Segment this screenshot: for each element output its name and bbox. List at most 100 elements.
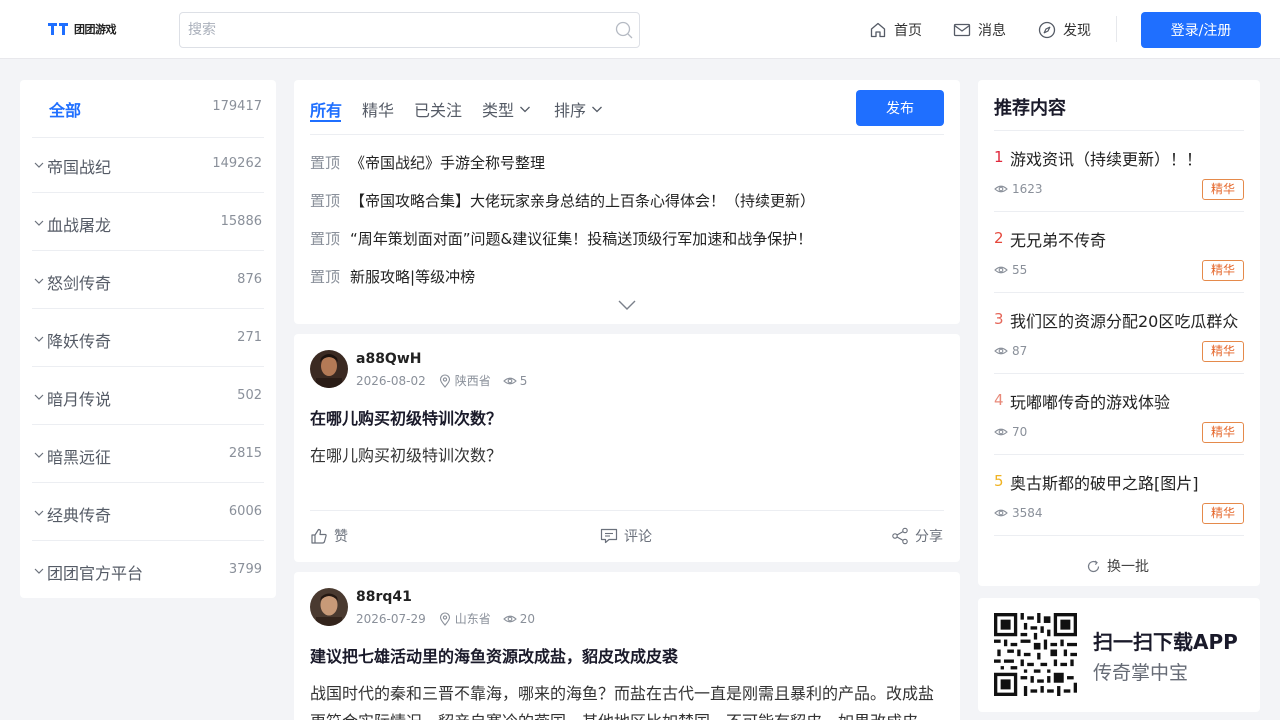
search-input[interactable] <box>188 13 608 47</box>
header-divider <box>1116 16 1117 42</box>
refresh-label: 换一批 <box>1107 559 1149 575</box>
search-icon[interactable] <box>614 20 634 40</box>
category-name: 血战屠龙 <box>47 216 112 235</box>
recommended-item[interactable]: 1 游戏资讯（持续更新）！！ 1623 精华 <box>994 130 1244 211</box>
post-date: 2026-08-02 <box>356 373 426 388</box>
like-label: 赞 <box>334 529 348 545</box>
eye-icon <box>994 347 1008 355</box>
tab-featured[interactable]: 精华 <box>362 97 394 121</box>
pinned-post[interactable]: 置顶 新服攻略|等级冲榜 <box>310 266 475 287</box>
post-date: 2026-07-29 <box>356 611 426 626</box>
qr-code-icon <box>994 613 1077 696</box>
pinned-post[interactable]: 置顶 “周年策划面对面”问题&建议征集！投稿送顶级行军加速和战争保护！ <box>310 228 812 249</box>
category-item[interactable]: 降妖传奇 271 <box>32 309 264 367</box>
pinned-title: “周年策划面对面”问题&建议征集！投稿送顶级行军加速和战争保护！ <box>350 230 813 248</box>
chevron-down-icon <box>34 278 44 284</box>
category-item[interactable]: 怒剑传奇 876 <box>32 251 264 309</box>
chevron-down-icon <box>34 568 44 574</box>
comment-icon <box>600 528 618 544</box>
post-meta: 2026-07-29 山东省 20 <box>356 610 535 627</box>
thumbs-up-icon <box>311 528 327 544</box>
view-count-text: 70 <box>1012 425 1028 439</box>
category-name: 怒剑传奇 <box>47 274 112 293</box>
comment-button[interactable]: 评论 <box>600 526 652 546</box>
post-body[interactable]: 战国时代的秦和三晋不靠海，哪来的海鱼？而盐在古代一直是刚需且暴利的产品。改成盐更… <box>310 680 946 720</box>
nav-discover[interactable]: 发现 <box>1038 20 1091 40</box>
tab-all[interactable]: 所有 <box>310 97 342 121</box>
refresh-button[interactable]: 换一批 <box>1086 556 1149 576</box>
featured-badge: 精华 <box>1202 503 1244 524</box>
site-logo[interactable]: 团团游戏 <box>48 21 117 37</box>
recommended-item[interactable]: 4 玩嘟嘟传奇的游戏体验 70 精华 <box>994 373 1244 454</box>
expand-chevron-icon[interactable] <box>617 297 637 313</box>
category-item[interactable]: 血战屠龙 15886 <box>32 193 264 251</box>
location-pin-icon <box>439 611 450 626</box>
post-location: 陕西省 <box>438 372 491 389</box>
share-button[interactable]: 分享 <box>891 526 943 546</box>
category-item[interactable]: 暗黑远征 2815 <box>32 425 264 483</box>
eye-icon <box>994 509 1008 517</box>
post-location-text: 陕西省 <box>454 374 491 388</box>
featured-badge: 精华 <box>1202 422 1244 443</box>
post-author[interactable]: 88rq41 <box>356 589 412 605</box>
view-count-text: 55 <box>1012 263 1028 277</box>
view-count-text: 1623 <box>1012 182 1043 196</box>
nav-home-label: 首页 <box>894 23 922 39</box>
category-name: 暗黑远征 <box>47 448 112 467</box>
pinned-post[interactable]: 置顶 【帝国攻略合集】大佬玩家亲身总结的上百条心得体会！（持续更新） <box>310 190 815 211</box>
category-item[interactable]: 帝国战纪 149262 <box>32 135 264 193</box>
tab-sort-dropdown[interactable]: 排序 <box>554 97 604 121</box>
post-views: 20 <box>502 612 535 626</box>
avatar[interactable] <box>310 588 348 626</box>
nav-messages[interactable]: 消息 <box>953 20 1006 40</box>
tab-type-dropdown[interactable]: 类型 <box>482 97 532 121</box>
rank-number: 5 <box>994 472 1004 490</box>
category-item[interactable]: 团团官方平台 3799 <box>32 541 264 599</box>
post-author[interactable]: a88QwH <box>356 351 421 367</box>
category-item[interactable]: 经典传奇 6006 <box>32 483 264 541</box>
divider <box>994 535 1244 536</box>
publish-button[interactable]: 发布 <box>856 90 944 126</box>
category-count: 502 <box>237 388 262 403</box>
nav-home[interactable]: 首页 <box>869 20 922 40</box>
search-box[interactable] <box>179 12 640 48</box>
view-count: 87 <box>994 344 1027 358</box>
recommended-item[interactable]: 3 我们区的资源分配20区吃瓜群众 87 精华 <box>994 292 1244 373</box>
post-body[interactable]: 在哪儿购买初级特训次数？ <box>310 442 946 470</box>
chevron-down-icon <box>34 510 44 516</box>
category-count: 876 <box>237 272 262 287</box>
rank-number: 3 <box>994 310 1004 328</box>
top-header: 团团游戏 首页 消息 发现 登录/注册 <box>0 0 1280 59</box>
refresh-icon <box>1087 560 1100 572</box>
view-count: 3584 <box>994 506 1043 520</box>
avatar[interactable] <box>310 350 348 388</box>
rank-number: 1 <box>994 148 1004 166</box>
login-register-button[interactable]: 登录/注册 <box>1141 12 1261 48</box>
category-name: 降妖传奇 <box>47 332 112 351</box>
app-download-subtitle: 传奇掌中宝 <box>1093 662 1189 684</box>
rank-number: 4 <box>994 391 1004 409</box>
chevron-down-icon <box>34 162 44 168</box>
recommended-panel: 推荐内容 1 游戏资讯（持续更新）！！ 1623 精华 2 无兄弟不传奇 55 … <box>978 80 1260 586</box>
tab-following[interactable]: 已关注 <box>414 97 462 121</box>
pinned-post[interactable]: 置顶 《帝国战纪》手游全称号整理 <box>310 152 545 173</box>
recommended-item[interactable]: 2 无兄弟不传奇 55 精华 <box>994 211 1244 292</box>
recommended-item-title: 我们区的资源分配20区吃瓜群众 <box>1010 312 1239 331</box>
view-count: 70 <box>994 425 1027 439</box>
like-button[interactable]: 赞 <box>310 526 348 546</box>
chevron-down-icon <box>592 106 602 113</box>
comment-label: 评论 <box>624 529 652 545</box>
recommended-item-title: 游戏资讯（持续更新）！！ <box>1010 150 1203 169</box>
tab-type-label: 类型 <box>482 101 515 120</box>
post-title[interactable]: 建议把七雄活动里的海鱼资源改成盐，貂皮改成皮裘 <box>310 643 678 667</box>
post-title[interactable]: 在哪儿购买初级特训次数？ <box>310 405 502 429</box>
category-all[interactable]: 全部 179417 <box>32 80 264 138</box>
chevron-down-icon <box>34 394 44 400</box>
active-tab-indicator <box>310 120 341 122</box>
logo-icon <box>48 23 68 35</box>
recommended-item-title: 奥古斯都的破甲之路[图片] <box>1010 474 1199 493</box>
category-count: 179417 <box>212 99 262 114</box>
app-download-title: 扫一扫下载APP <box>1093 630 1238 654</box>
category-item[interactable]: 暗月传说 502 <box>32 367 264 425</box>
recommended-item[interactable]: 5 奥古斯都的破甲之路[图片] 3584 精华 <box>994 454 1244 535</box>
